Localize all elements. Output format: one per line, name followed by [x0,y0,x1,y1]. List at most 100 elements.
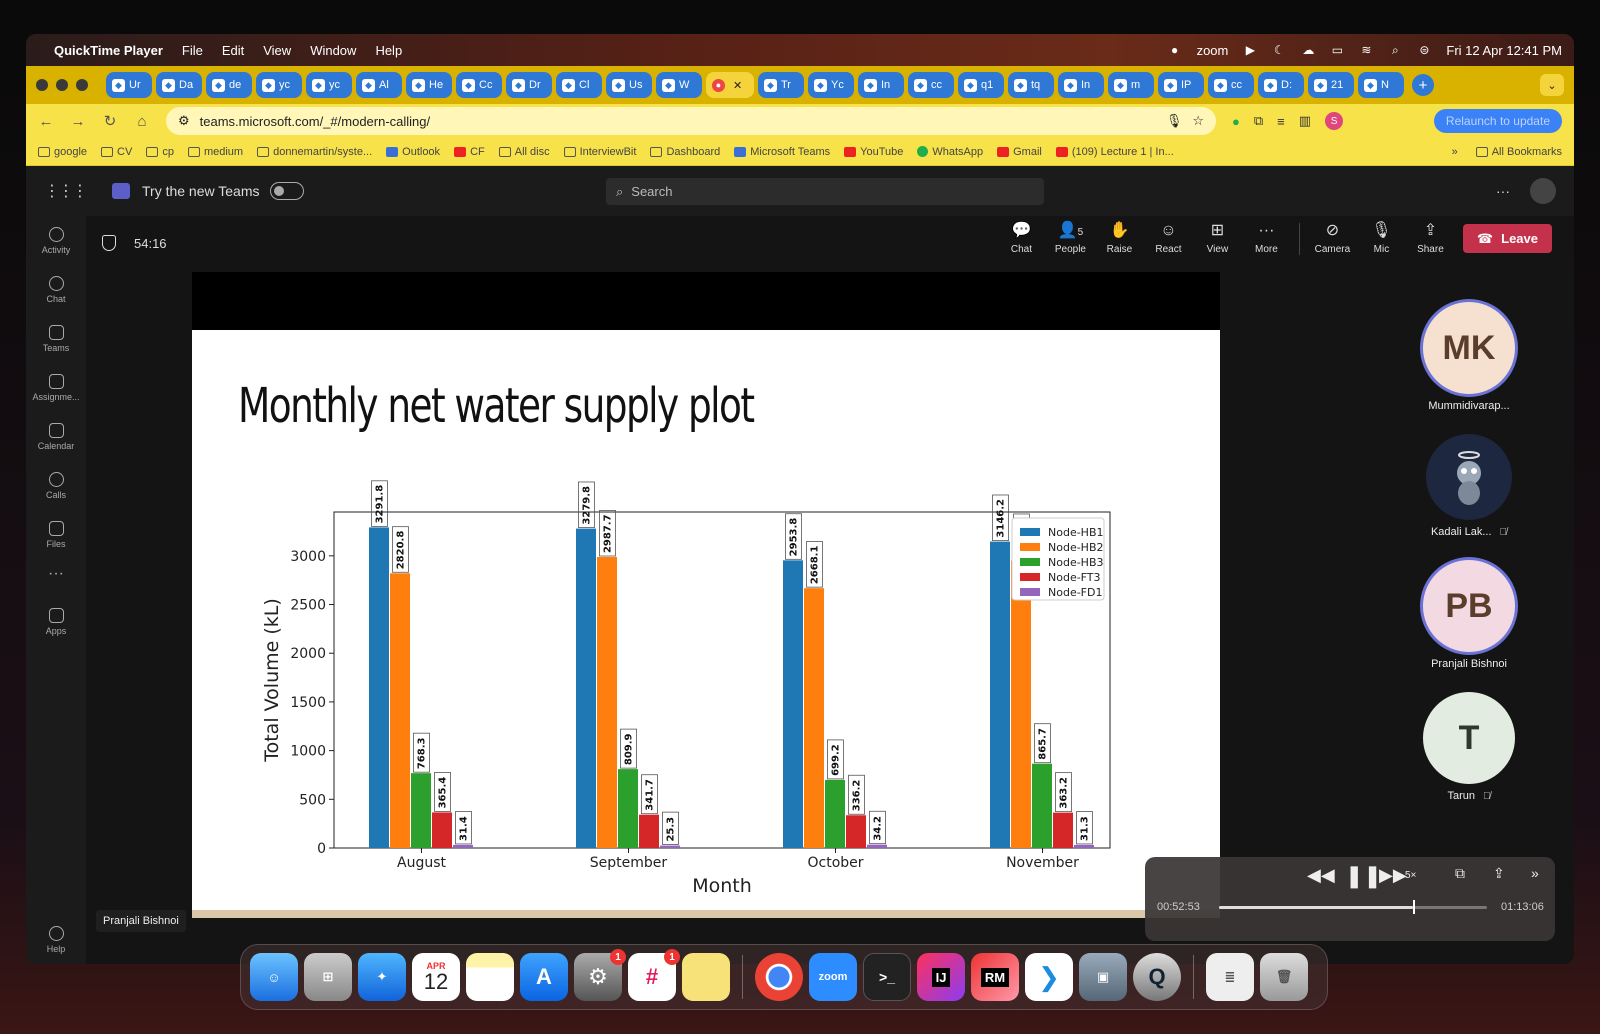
calendar-app-icon[interactable]: APR 12 [412,953,460,1001]
site-info-icon[interactable]: ⚙ [178,113,190,129]
share-button[interactable]: ⇪ Share [1406,222,1455,255]
browser-tab[interactable]: ◆ Cl [556,72,602,98]
browser-tab-active[interactable]: ● ✕ [706,72,754,98]
notes-icon[interactable] [466,953,514,1001]
bookmark-item[interactable]: cp [146,146,174,158]
extensions-puzzle-icon[interactable]: ⧉ [1254,113,1263,129]
browser-tab[interactable]: ◆ Dr [506,72,552,98]
home-icon[interactable]: ⌂ [134,113,150,130]
chat-button[interactable]: 💬 Chat [997,222,1046,255]
bookmark-item[interactable]: donnemartin/syste... [257,146,372,158]
bookmark-item[interactable]: google [38,146,87,158]
menu-app-name[interactable]: QuickTime Player [54,43,163,58]
browser-tab[interactable]: ◆ q1 [958,72,1004,98]
system-settings-icon[interactable]: ⚙ 1 [574,949,626,1001]
new-teams-toggle[interactable] [269,182,304,200]
menu-edit[interactable]: Edit [222,43,244,58]
media-icon[interactable]: ≡ [1277,114,1285,129]
user-avatar[interactable] [1530,178,1556,204]
bookmark-item[interactable]: medium [187,146,243,158]
search-icon[interactable]: ⌕ [1388,43,1402,57]
reload-icon[interactable]: ↻ [102,112,118,130]
menu-view[interactable]: View [263,43,291,58]
people-button[interactable]: 👤5 People [1046,222,1095,255]
rail-item-assignments[interactable]: Assignme... [26,363,86,412]
moon-icon[interactable]: ☾ [1272,43,1286,57]
browser-tab[interactable]: ◆ Yc [808,72,854,98]
browser-tab[interactable]: ◆ cc [908,72,954,98]
battery-icon[interactable]: ▭ [1330,43,1344,57]
finder-icon[interactable]: ☺ [250,953,298,1001]
scrubber-knob[interactable] [1412,900,1415,914]
browser-tab[interactable]: ◆ In [1058,72,1104,98]
browser-tab[interactable]: ◆ de [206,72,252,98]
chevrons-right-icon[interactable]: » [1531,865,1539,881]
rail-item-chat[interactable]: Chat [26,265,86,314]
launchpad-icon[interactable]: ⊞ [304,953,352,1001]
menu-window[interactable]: Window [310,43,356,58]
browser-tab[interactable]: ◆ In [858,72,904,98]
rail-item-help[interactable]: Help [26,926,86,954]
more-button[interactable]: ··· More [1242,222,1291,255]
leave-button[interactable]: ☎ Leave [1462,224,1552,253]
bookmark-item[interactable]: YouTube [844,146,903,158]
participant-tile[interactable]: PB Pranjali Bishnoi [1389,560,1549,670]
rail-item-teams[interactable]: Teams [26,314,86,363]
close-window-button[interactable] [36,79,48,91]
participant-tile[interactable]: MK Mummidivarap... [1389,302,1549,412]
control-center-icon[interactable]: ⊜ [1417,43,1431,57]
preview-icon[interactable]: ▣ [1079,953,1127,1001]
rail-item-activity[interactable]: Activity [26,216,86,265]
rail-item-calls[interactable]: Calls [26,461,86,510]
bookmark-item[interactable]: All disc [498,146,550,158]
participant-tile[interactable]: Kadali Lak... 🎙̸ [1389,434,1549,538]
browser-tab[interactable]: ◆ yc [306,72,352,98]
bookmark-item[interactable]: Outlook [386,146,440,158]
chrome-icon[interactable] [755,953,803,1001]
scrubber[interactable] [1219,900,1487,914]
bookmark-item[interactable]: CV [101,146,132,158]
close-tab-icon[interactable]: ✕ [733,79,742,92]
bookmark-item[interactable]: Gmail [997,146,1042,158]
microphone-icon[interactable]: 🎙 [1166,113,1183,129]
more-options-icon[interactable]: ··· [1496,183,1510,199]
safari-icon[interactable]: ✦ [358,953,406,1001]
stickies-icon[interactable] [682,953,730,1001]
url-text[interactable]: teams.microsoft.com/_#/modern-calling/ [200,114,1156,129]
bookmark-item[interactable]: CF [454,146,485,158]
mic-button[interactable]: 🎙 Mic [1357,222,1406,255]
record-icon[interactable]: ● [1168,43,1182,57]
browser-tab[interactable]: ◆ IP [1158,72,1204,98]
browser-tab[interactable]: ◆ Al [356,72,402,98]
react-button[interactable]: ☺ React [1144,222,1193,255]
all-bookmarks-folder[interactable]: All Bookmarks [1475,146,1562,158]
rewind-icon[interactable]: ◀◀ [1307,865,1335,886]
document-icon[interactable]: ≣ [1206,953,1254,1001]
browser-tab[interactable]: ◆ Ur [106,72,152,98]
profile-avatar[interactable]: S [1325,112,1344,130]
cloud-icon[interactable]: ☁ [1301,43,1315,57]
browser-tab[interactable]: ◆ He [406,72,452,98]
fast-forward-icon[interactable]: ▶▶ [1379,865,1407,886]
bookmark-item[interactable]: Dashboard [650,146,720,158]
terminal-icon[interactable]: >_ [863,953,911,1001]
browser-tab[interactable]: ◆ Us [606,72,652,98]
relaunch-update-button[interactable]: Relaunch to update [1433,109,1562,133]
rail-item-apps[interactable]: Apps [26,597,86,646]
zoom-menubar-label[interactable]: zoom [1197,43,1229,58]
minimize-window-button[interactable] [56,79,68,91]
menu-file[interactable]: File [182,43,203,58]
browser-tab[interactable]: ◆ W [656,72,702,98]
app-store-icon[interactable]: A [520,953,568,1001]
app-launcher-icon[interactable]: ⋮⋮⋮ [44,181,88,201]
play-circle-icon[interactable]: ▶ [1243,43,1257,57]
browser-tab[interactable]: ◆ tq [1008,72,1054,98]
browser-tab[interactable]: ◆ cc [1208,72,1254,98]
forward-arrow-icon[interactable]: → [70,113,86,130]
search-input[interactable]: ⌕ Search [606,178,1044,205]
maximize-window-button[interactable] [76,79,88,91]
bookmark-item[interactable]: WhatsApp [917,146,983,158]
tab-search-chevron-icon[interactable]: ⌄ [1540,74,1564,96]
rubymine-icon[interactable]: RM [971,953,1019,1001]
bookmark-star-icon[interactable]: ☆ [1192,113,1204,129]
